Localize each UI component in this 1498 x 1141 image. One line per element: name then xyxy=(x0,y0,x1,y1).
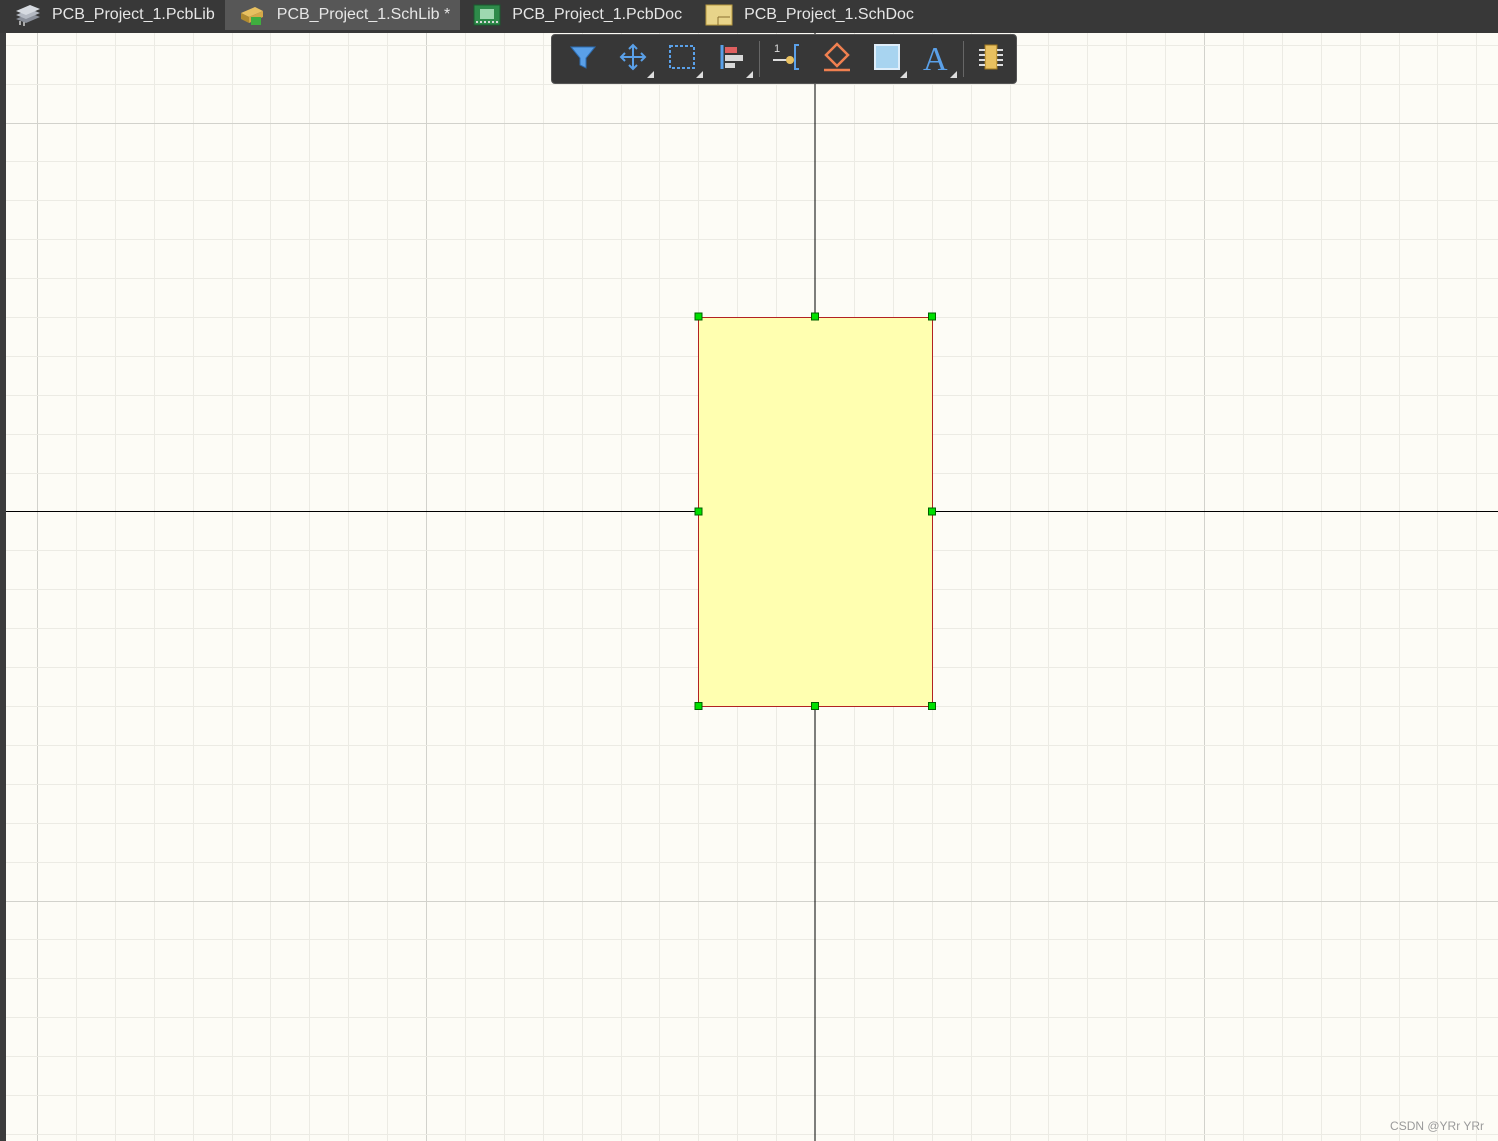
select-region-button[interactable] xyxy=(658,37,708,81)
resize-handle-bottom-right[interactable] xyxy=(928,702,936,710)
watermark: CSDN @YRr YRr xyxy=(1390,1119,1484,1133)
resize-handle-top[interactable] xyxy=(811,312,819,321)
canvas-objects xyxy=(6,33,1498,1141)
place-ieee-symbol-icon xyxy=(821,41,853,78)
resize-handle-bottom[interactable] xyxy=(811,702,819,710)
place-ieee-symbol-button[interactable] xyxy=(812,37,862,81)
place-rectangle-icon xyxy=(872,42,902,77)
dropdown-indicator xyxy=(950,71,958,78)
dropdown-indicator xyxy=(696,71,704,78)
toolbar-separator xyxy=(963,41,965,77)
toolbar-separator xyxy=(759,41,761,77)
tab-pcbdoc[interactable]: PCB_Project_1.PcbDoc xyxy=(460,0,692,30)
place-pin-icon: 1 xyxy=(771,41,803,78)
resize-handle-top-left[interactable] xyxy=(694,312,703,321)
resize-handle-right[interactable] xyxy=(928,507,936,516)
tab-pcblib[interactable]: PCB_Project_1.PcbLib xyxy=(0,0,225,30)
add-part-button[interactable] xyxy=(966,37,1016,81)
svg-text:1: 1 xyxy=(774,43,780,55)
tab-label: PCB_Project_1.SchLib * xyxy=(276,6,451,23)
pcblib-icon xyxy=(12,3,42,27)
move-icon xyxy=(618,42,648,77)
filter-icon xyxy=(568,42,598,77)
place-rectangle-button[interactable] xyxy=(862,37,912,81)
active-bar-toolbar: 1 A xyxy=(551,34,1017,84)
tab-label: PCB_Project_1.PcbLib xyxy=(52,6,215,23)
resize-handle-left[interactable] xyxy=(694,507,703,516)
tab-label: PCB_Project_1.SchDoc xyxy=(744,6,914,23)
document-tab-bar: PCB_Project_1.PcbLib PCB_Project_1.SchLi… xyxy=(0,0,1498,33)
dropdown-indicator xyxy=(646,71,654,78)
align-icon xyxy=(717,42,747,77)
schlib-icon xyxy=(237,3,267,27)
add-part-icon xyxy=(976,42,1006,77)
tab-label: PCB_Project_1.PcbDoc xyxy=(512,6,683,23)
resize-handle-top-right[interactable] xyxy=(928,312,936,321)
resize-handle-bottom-left[interactable] xyxy=(694,702,703,710)
schdoc-icon xyxy=(704,3,734,27)
schematic-library-canvas[interactable]: CSDN @YRr YRr xyxy=(6,33,1498,1141)
tab-schdoc[interactable]: PCB_Project_1.SchDoc xyxy=(692,0,924,30)
svg-text:A: A xyxy=(923,41,948,74)
pcbdoc-icon xyxy=(472,3,502,27)
place-text-button[interactable]: A xyxy=(911,37,961,81)
filter-button[interactable] xyxy=(558,37,608,81)
align-button[interactable] xyxy=(707,37,757,81)
move-button[interactable] xyxy=(608,37,658,81)
dropdown-indicator xyxy=(746,71,754,78)
select-region-icon xyxy=(667,42,697,77)
place-pin-button[interactable]: 1 xyxy=(762,37,812,81)
tab-schlib[interactable]: PCB_Project_1.SchLib * xyxy=(224,0,461,30)
place-text-icon: A xyxy=(920,40,952,79)
dropdown-indicator xyxy=(900,71,908,78)
